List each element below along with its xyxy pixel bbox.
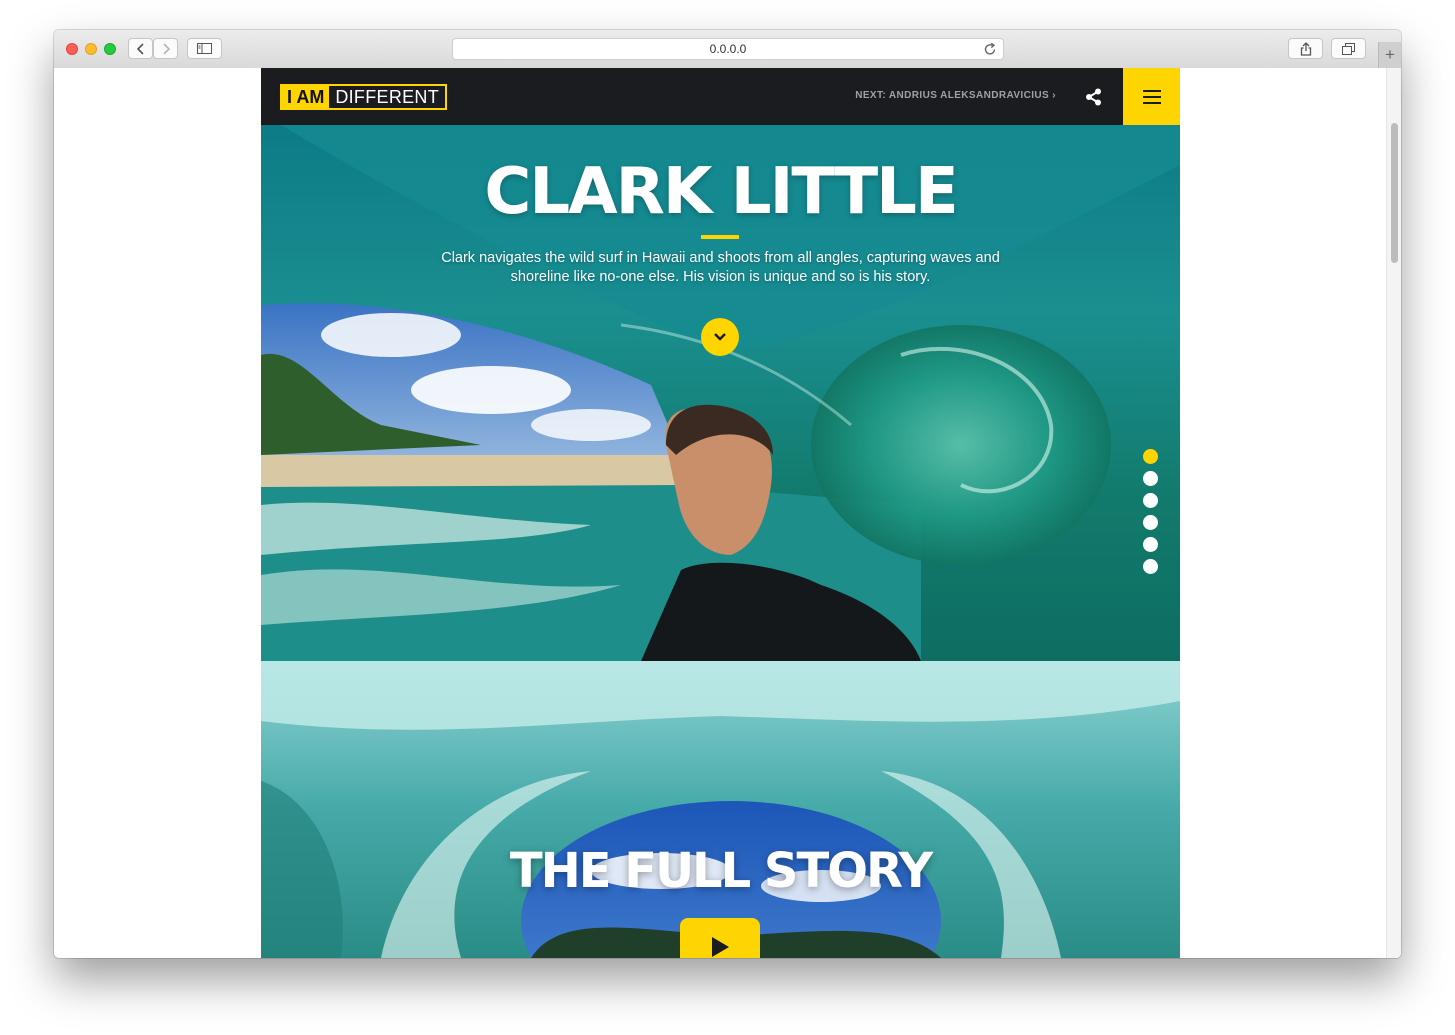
share-page-icon bbox=[1300, 41, 1311, 56]
section-pagination bbox=[1143, 449, 1159, 581]
zoom-window-button[interactable] bbox=[104, 43, 116, 55]
browser-toolbar: 0.0.0.0 + bbox=[54, 30, 1401, 69]
new-tab-button[interactable]: + bbox=[1378, 42, 1401, 68]
logo-text-different: DIFFERENT bbox=[335, 87, 440, 107]
hamburger-menu-icon bbox=[1142, 89, 1161, 92]
site-logo[interactable]: I AM DIFFERENT bbox=[280, 84, 448, 110]
close-window-button[interactable] bbox=[66, 43, 78, 55]
scroll-down-button[interactable] bbox=[701, 318, 739, 356]
pagination-dot-5[interactable] bbox=[1143, 537, 1158, 552]
pagination-dot-3[interactable] bbox=[1143, 493, 1158, 508]
site-header: I AM DIFFERENT NEXT: ANDRIUS ALEKSANDRAV… bbox=[261, 68, 1180, 125]
reload-icon[interactable] bbox=[984, 42, 997, 59]
show-tabs-button[interactable] bbox=[1331, 38, 1366, 59]
hamburger-line bbox=[1142, 95, 1161, 98]
site-container: I AM DIFFERENT NEXT: ANDRIUS ALEKSANDRAV… bbox=[261, 68, 1180, 958]
scrollbar[interactable] bbox=[1386, 68, 1401, 958]
play-video-button[interactable] bbox=[680, 918, 760, 958]
story-wave-photo bbox=[261, 661, 1180, 958]
play-icon bbox=[712, 937, 729, 957]
chevron-right-icon bbox=[162, 42, 170, 55]
hero-description: Clark navigates the wild surf in Hawaii … bbox=[441, 250, 1000, 285]
next-story-link[interactable]: NEXT: ANDRIUS ALEKSANDRAVICIUS › bbox=[855, 90, 1056, 101]
full-story-title: THE FULL STORY bbox=[509, 843, 933, 899]
sidebar-icon bbox=[197, 43, 212, 54]
chevron-down-icon bbox=[714, 333, 726, 341]
browser-window: 0.0.0.0 + I AM DIFFERENT NEXT: ANDRIUS A… bbox=[54, 30, 1401, 958]
pagination-dot-4[interactable] bbox=[1143, 515, 1158, 530]
hamburger-line bbox=[1142, 101, 1161, 104]
address-bar[interactable]: 0.0.0.0 bbox=[452, 38, 1004, 60]
pagination-dot-2[interactable] bbox=[1143, 471, 1158, 486]
url-text: 0.0.0.0 bbox=[709, 42, 747, 56]
logo-text-i-am: I AM bbox=[282, 86, 330, 108]
share-page-button[interactable] bbox=[1288, 38, 1323, 59]
full-story-section: THE FULL STORY bbox=[261, 661, 1180, 958]
back-button[interactable] bbox=[128, 38, 153, 59]
chevron-left-icon bbox=[136, 42, 144, 55]
hero-section: CLARK LITTLE Clark navigates the wild su… bbox=[261, 125, 1180, 661]
scrollbar-thumb[interactable] bbox=[1391, 123, 1398, 263]
share-icon[interactable] bbox=[1084, 87, 1104, 107]
pagination-dot-6[interactable] bbox=[1143, 559, 1158, 574]
page-viewport: I AM DIFFERENT NEXT: ANDRIUS ALEKSANDRAV… bbox=[54, 68, 1401, 958]
title-divider bbox=[701, 235, 739, 239]
tabs-icon bbox=[1342, 42, 1355, 55]
sidebar-toggle-button[interactable] bbox=[187, 38, 222, 59]
minimize-window-button[interactable] bbox=[85, 43, 97, 55]
menu-button[interactable] bbox=[1123, 68, 1180, 125]
hero-title: CLARK LITTLE bbox=[484, 155, 958, 229]
forward-button[interactable] bbox=[153, 38, 178, 59]
pagination-dot-1[interactable] bbox=[1143, 449, 1158, 464]
